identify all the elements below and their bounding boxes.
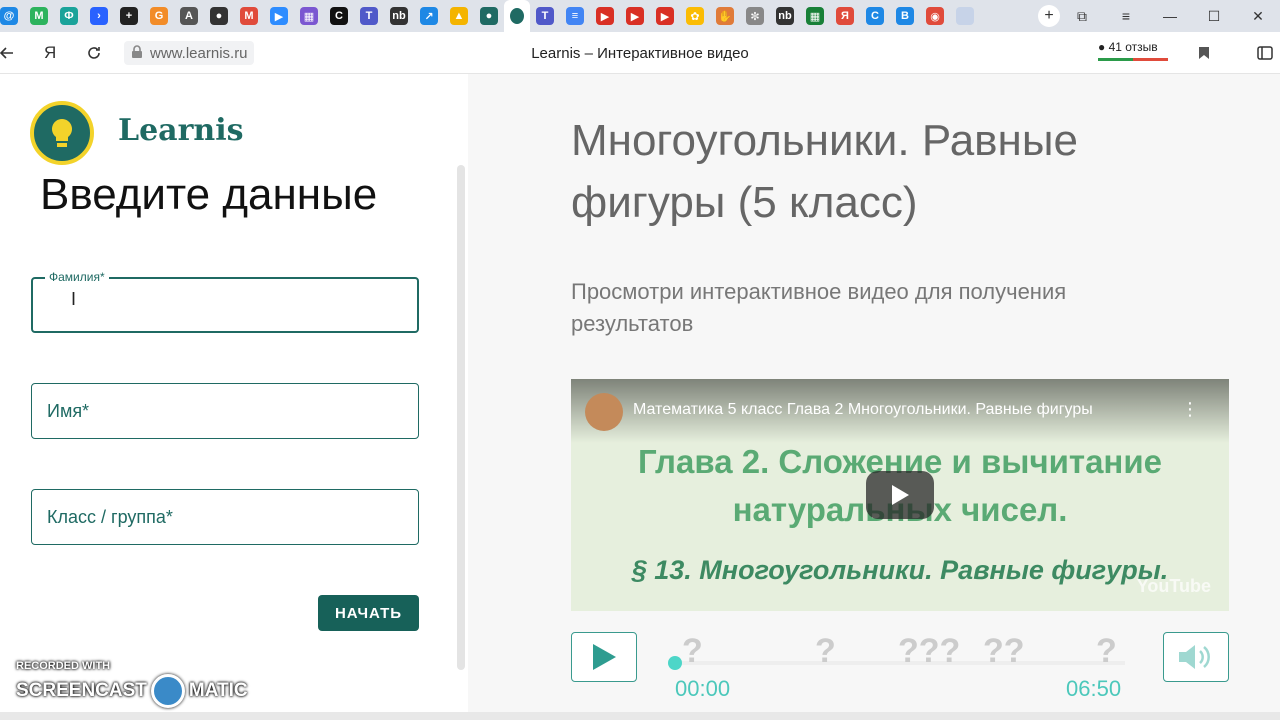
tab-chrome-icon[interactable]: ◉ [926, 7, 944, 25]
scrollbar[interactable] [457, 165, 465, 670]
tab-youtube3-icon[interactable]: ▶ [656, 7, 674, 25]
surname-label: Фамилия* [45, 270, 109, 284]
reviews-link[interactable]: ● 41 отзыв [1098, 40, 1158, 54]
learnis-logo-icon [30, 101, 94, 165]
tab-yandex-icon[interactable]: Я [836, 7, 854, 25]
quiz-marker-5[interactable]: ? [1096, 632, 1117, 671]
tab-list-more: T ≡ ▶ ▶ ▶ ✿ ✋ ✼ nb ▦ Я C B ◉ [530, 7, 980, 25]
url-text: www.learnis.ru [150, 44, 248, 62]
tab-youtube2-icon[interactable]: ▶ [626, 7, 644, 25]
volume-icon [1179, 645, 1210, 669]
close-button[interactable]: ✕ [1236, 0, 1280, 32]
channel-avatar[interactable] [585, 393, 623, 431]
tab-gmail-icon[interactable]: M [240, 7, 258, 25]
new-tab-button[interactable]: + [1038, 5, 1060, 27]
tab-puzzle-icon[interactable]: ▦ [300, 7, 318, 25]
tab-m-icon[interactable]: M [30, 7, 48, 25]
tab-mail-icon[interactable]: @ [0, 7, 18, 25]
video-menu-icon[interactable]: ⋮ [1181, 399, 1199, 420]
tab-youtube-icon[interactable]: ▶ [596, 7, 614, 25]
class-placeholder: Класс / группа* [47, 506, 173, 527]
taskbar-strip [0, 712, 1280, 720]
lesson-subtitle: Просмотри интерактивное видео для получе… [571, 279, 1067, 336]
brand-name: Learnis [118, 113, 244, 148]
screencast-watermark: RECORDED WITH SCREENCAST MATIC [16, 660, 248, 708]
watermark-screencast: SCREENCAST [16, 680, 147, 701]
tab-b-icon[interactable]: B [896, 7, 914, 25]
tab-a-icon[interactable]: A [180, 7, 198, 25]
tab-docs-icon[interactable]: ≡ [566, 7, 584, 25]
tab-flower-icon[interactable]: ✼ [746, 7, 764, 25]
lock-icon [131, 45, 143, 63]
slide-section: § 13. Многоугольники. Равные фигуры. [631, 555, 1169, 585]
start-button[interactable]: НАЧАТЬ [318, 595, 419, 631]
text-cursor-icon: I [71, 289, 77, 309]
reload-icon[interactable] [86, 32, 102, 74]
maximize-button[interactable]: ☐ [1192, 0, 1236, 32]
quiz-marker-2[interactable]: ? [815, 632, 836, 671]
tab-plus-icon[interactable]: + [120, 7, 138, 25]
tab-zoom-icon[interactable]: ▶ [270, 7, 288, 25]
current-time: 00:00 [675, 676, 731, 701]
comment-icon: ● [1098, 40, 1106, 54]
bookmarks-icon[interactable]: ⧉ [1060, 0, 1104, 32]
tab-blank-icon[interactable] [956, 7, 974, 25]
name-field[interactable]: Имя* [31, 383, 419, 439]
tab-list: @ M Ф › + G A ● M ▶ ▦ C Tnb ↗ ▲ ● [0, 7, 504, 25]
tab-arrow2-icon[interactable]: ↗ [420, 7, 438, 25]
extensions-icon[interactable] [1256, 32, 1274, 74]
quiz-marker-3[interactable]: ??? [898, 632, 960, 671]
menu-icon[interactable]: ≡ [1104, 0, 1148, 32]
form-title: Введите данные [40, 170, 378, 219]
quiz-marker-1[interactable]: ? [682, 632, 703, 671]
tab-hands-icon[interactable]: ✋ [716, 7, 734, 25]
url-field[interactable]: www.learnis.ru [124, 41, 254, 65]
play-icon [593, 644, 616, 670]
back-arrow-icon[interactable] [0, 32, 14, 74]
tab-teams2-icon[interactable]: T [536, 7, 554, 25]
youtube-logo[interactable]: YouTube [1137, 576, 1211, 597]
progress-handle[interactable] [668, 656, 682, 670]
name-placeholder: Имя* [47, 400, 90, 421]
yandex-button[interactable]: Я [44, 32, 56, 74]
tab-teams-icon[interactable]: T [360, 7, 378, 25]
screencast-logo-icon [150, 674, 185, 708]
quiz-marker-4[interactable]: ?? [983, 632, 1025, 671]
learnis-tab-icon [510, 8, 524, 24]
active-tab[interactable] [504, 0, 530, 32]
watermark-recorded: RECORDED WITH [16, 660, 111, 672]
tab-photos-icon[interactable]: ✿ [686, 7, 704, 25]
address-bar: Я www.learnis.ru Learnis – Интерактивное… [0, 32, 1280, 74]
tab-nb2-icon[interactable]: nb [776, 7, 794, 25]
volume-button[interactable] [1163, 632, 1229, 682]
tab-arrow-icon[interactable]: › [90, 7, 108, 25]
class-field[interactable]: Класс / группа* [31, 489, 419, 545]
video-player[interactable]: Глава 2. Сложение и вычитание натуральны… [571, 379, 1229, 611]
reviews-rating-bar [1098, 58, 1168, 61]
video-title[interactable]: Математика 5 класс Глава 2 Многоугольник… [633, 401, 1093, 419]
tab-learnis-icon[interactable]: ● [480, 7, 498, 25]
play-button[interactable] [571, 632, 637, 682]
duration: 06:50 [1066, 676, 1122, 701]
watermark-matic: MATIC [188, 680, 248, 701]
surname-field[interactable]: Фамилия* I [31, 270, 419, 333]
tab-g-icon[interactable]: G [150, 7, 168, 25]
tab-nb-icon[interactable]: nb [390, 7, 408, 25]
tab-app-icon[interactable]: Ф [60, 7, 78, 25]
reviews-text: 41 отзыв [1108, 40, 1158, 54]
minimize-button[interactable]: — [1148, 0, 1192, 32]
tab-drive-icon[interactable]: ▲ [450, 7, 468, 25]
tab-c2-icon[interactable]: C [866, 7, 884, 25]
window-controls: ⧉ ≡ — ☐ ✕ [1060, 0, 1280, 32]
tab-dot-icon[interactable]: ● [210, 7, 228, 25]
bookmark-icon[interactable] [1198, 32, 1210, 74]
lesson-title: Многоугольники. Равные фигуры (5 класс) [571, 116, 1078, 227]
tab-c-icon[interactable]: C [330, 7, 348, 25]
tab-sheet-icon[interactable]: ▦ [806, 7, 824, 25]
youtube-play-button[interactable] [866, 471, 934, 519]
